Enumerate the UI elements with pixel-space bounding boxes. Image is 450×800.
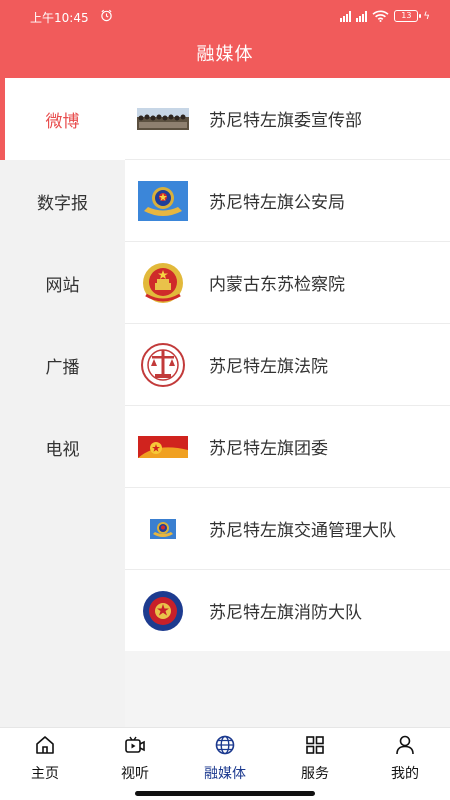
tab-label: 视听 <box>121 766 149 782</box>
account-list: 苏尼特左旗委宣传部 苏尼特左旗公安局 内蒙古东苏检察院 苏尼特左旗法院 苏尼特左… <box>125 78 450 652</box>
court-emblem-icon <box>137 342 189 388</box>
tab-label: 服务 <box>301 766 329 782</box>
fire-rescue-icon <box>137 588 189 634</box>
national-emblem-icon <box>137 260 189 306</box>
account-name: 苏尼特左旗团委 <box>209 439 328 459</box>
cell-signal-icon <box>340 10 352 22</box>
sidebar-item-label: 微博 <box>45 111 80 132</box>
list-item[interactable]: 苏尼特左旗交通管理大队 <box>125 488 450 570</box>
tab-media[interactable]: 融媒体 <box>180 734 270 784</box>
list-item[interactable]: 苏尼特左旗委宣传部 <box>125 78 450 160</box>
account-name: 苏尼特左旗法院 <box>209 357 328 377</box>
video-icon <box>125 736 145 753</box>
sidebar-item-digital-paper[interactable]: 数字报 <box>0 160 125 242</box>
home-icon <box>36 736 54 754</box>
account-name: 苏尼特左旗消防大队 <box>209 603 362 623</box>
list-item[interactable]: 内蒙古东苏检察院 <box>125 242 450 324</box>
tab-service[interactable]: 服务 <box>270 734 360 784</box>
alarm-icon <box>101 9 112 22</box>
app-header: 上午10:45 13 ϟ 融媒体 <box>0 0 450 78</box>
sidebar-item-radio[interactable]: 广播 <box>0 324 125 406</box>
person-icon <box>396 735 414 755</box>
sidebar-item-label: 广播 <box>45 357 80 378</box>
list-empty-area <box>125 651 450 727</box>
category-sidebar: 微博 数字报 网站 广播 电视 <box>0 78 125 727</box>
wifi-icon <box>372 10 389 22</box>
home-indicator[interactable] <box>135 791 315 796</box>
account-name: 苏尼特左旗公安局 <box>209 193 345 213</box>
account-name: 苏尼特左旗交通管理大队 <box>209 521 396 541</box>
sidebar-item-label: 数字报 <box>37 193 88 214</box>
tab-video[interactable]: 视听 <box>90 734 180 784</box>
group-photo-icon <box>137 96 189 142</box>
battery-level: 13 <box>401 11 412 20</box>
tab-profile[interactable]: 我的 <box>360 734 450 784</box>
battery-icon: 13 <box>394 10 422 22</box>
list-item[interactable]: 苏尼特左旗法院 <box>125 324 450 406</box>
sidebar-item-label: 电视 <box>45 439 80 460</box>
sidebar-item-website[interactable]: 网站 <box>0 242 125 324</box>
globe-icon <box>215 735 235 755</box>
page-title: 融媒体 <box>196 44 254 65</box>
status-time: 上午10:45 <box>30 11 89 25</box>
sidebar-item-label: 网站 <box>45 275 80 296</box>
traffic-police-icon <box>137 506 189 552</box>
tab-label: 主页 <box>31 766 59 782</box>
cell-signal-2-icon <box>356 10 368 22</box>
account-name: 内蒙古东苏检察院 <box>209 275 345 295</box>
charging-icon: ϟ <box>423 10 430 22</box>
sidebar-item-tv[interactable]: 电视 <box>0 406 125 488</box>
bottom-nav: 主页 视听 融媒体 服务 我的 <box>0 727 450 800</box>
tab-label: 我的 <box>391 766 419 782</box>
police-emblem-icon <box>137 178 189 224</box>
list-item[interactable]: 苏尼特左旗公安局 <box>125 160 450 242</box>
tab-label: 融媒体 <box>204 766 246 782</box>
grid-icon <box>306 736 324 754</box>
account-name: 苏尼特左旗委宣传部 <box>209 111 362 131</box>
list-item[interactable]: 苏尼特左旗消防大队 <box>125 570 450 652</box>
sidebar-item-weibo[interactable]: 微博 <box>0 78 125 160</box>
tab-home[interactable]: 主页 <box>0 734 90 784</box>
status-bar: 上午10:45 13 ϟ <box>0 0 450 32</box>
youth-league-icon <box>137 424 189 470</box>
list-item[interactable]: 苏尼特左旗团委 <box>125 406 450 488</box>
